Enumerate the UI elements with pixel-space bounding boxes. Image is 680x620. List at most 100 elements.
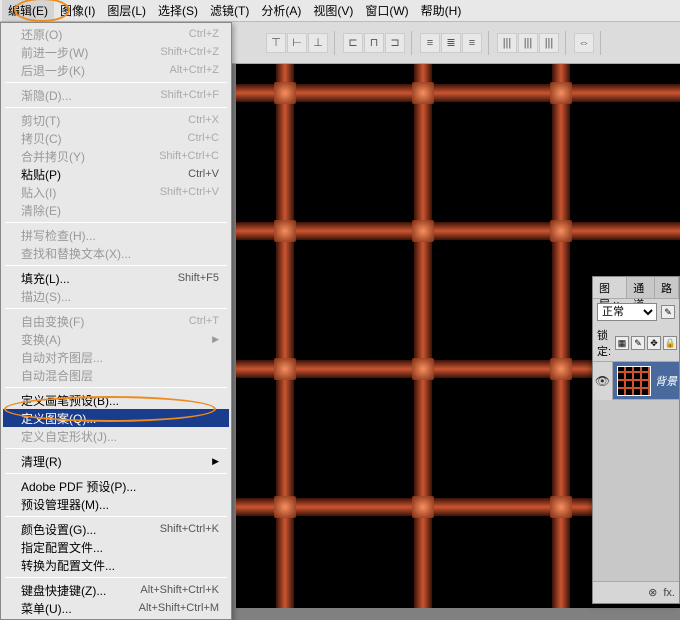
menu-item-6: 剪切(T) Ctrl+X (3, 111, 229, 129)
dist-vcenter-icon[interactable]: ≣ (441, 33, 461, 53)
menu-item-34[interactable]: 指定配置文件... (3, 538, 229, 556)
menu-item-19: 自由变换(F)Ctrl+T (3, 312, 229, 330)
menu-item-16[interactable]: 填充(L)...Shift+F5 (3, 269, 229, 287)
menu-edit[interactable]: 编辑(E) (2, 0, 54, 21)
menu-item-30[interactable]: Adobe PDF 预设(P)... (3, 477, 229, 495)
edit-menu-dropdown: 还原(O)Ctrl+Z前进一步(W)Shift+Ctrl+Z后退一步(K)Alt… (0, 22, 232, 620)
tab-layers[interactable]: 图层 × (593, 277, 627, 298)
menu-item-label: 键盘快捷键(Z)... (21, 582, 106, 599)
menu-item-label: 描边(S)... (21, 288, 71, 305)
tab-channels[interactable]: 通道 (627, 277, 655, 298)
menu-item-25[interactable]: 定义图案(Q)... (3, 409, 229, 427)
submenu-arrow-icon: ▶ (212, 456, 219, 467)
align-left-icon[interactable]: ⊏ (343, 33, 363, 53)
menu-item-37[interactable]: 键盘快捷键(Z)...Alt+Shift+Ctrl+K (3, 581, 229, 599)
distribute-group-1: ≡ ≣ ≡ (414, 31, 489, 55)
menu-item-label: 定义自定形状(J)... (21, 428, 117, 445)
menu-item-28[interactable]: 清理(R)▶ (3, 452, 229, 470)
menu-item-label: 合并拷贝(Y) (21, 148, 85, 165)
menu-layer[interactable]: 图层(L) (101, 0, 152, 21)
menu-item-label: 渐隐(D)... (21, 87, 72, 104)
menu-help[interactable]: 帮助(H) (415, 0, 468, 21)
menu-item-13: 拼写检查(H)... (3, 226, 229, 244)
menubar: 编辑(E) 图像(I) 图层(L) 选择(S) 滤镜(T) 分析(A) 视图(V… (0, 0, 680, 22)
menu-item-shortcut: Ctrl+Z (189, 28, 219, 40)
menu-item-21: 自动对齐图层... (3, 348, 229, 366)
brush-icon[interactable]: ✎ (661, 305, 675, 319)
menu-select[interactable]: 选择(S) (152, 0, 204, 21)
menu-item-label: 定义图案(Q)... (21, 410, 96, 427)
menu-item-label: 查找和替换文本(X)... (21, 245, 131, 262)
align-hcenter-icon[interactable]: ⊓ (364, 33, 384, 53)
dist-top-icon[interactable]: ≡ (420, 33, 440, 53)
layer-name: 背景 (655, 373, 679, 389)
menu-item-20: 变换(A)▶ (3, 330, 229, 348)
menu-item-shortcut: Shift+Ctrl+K (160, 523, 219, 535)
menu-item-label: 剪切(T) (21, 112, 60, 129)
align-vcenter-icon[interactable]: ⊢ (287, 33, 307, 53)
menu-item-label: 前进一步(W) (21, 44, 88, 61)
menu-item-31[interactable]: 预设管理器(M)... (3, 495, 229, 513)
menu-view[interactable]: 视图(V) (307, 0, 359, 21)
menu-item-label: 自动混合图层 (21, 367, 93, 384)
menu-item-shortcut: Shift+Ctrl+F (160, 89, 219, 101)
menu-item-shortcut: Ctrl+V (188, 168, 219, 180)
menu-separator (5, 473, 227, 474)
menu-item-label: 自由变换(F) (21, 313, 84, 330)
menu-item-14: 查找和替换文本(X)... (3, 244, 229, 262)
blend-mode-select[interactable]: 正常 (597, 303, 657, 321)
menu-item-label: 粘贴(P) (21, 166, 61, 183)
dist-right-icon[interactable]: ||| (539, 33, 559, 53)
lock-pixels-icon[interactable]: ✎ (631, 336, 645, 350)
menu-item-shortcut: Shift+Ctrl+Z (160, 46, 219, 58)
menu-item-label: 预设管理器(M)... (21, 496, 109, 513)
tab-paths[interactable]: 路 (655, 277, 679, 298)
lock-position-icon[interactable]: ✥ (647, 336, 661, 350)
menu-item-label: 清除(E) (21, 202, 61, 219)
panel-footer: ⊗ fx. (593, 581, 679, 603)
layers-panel: 图层 × 通道 路 正常 ✎ 锁定: ▦ ✎ ✥ 🔒 👁 背景 ⊗ fx. (592, 276, 680, 604)
menu-item-35[interactable]: 转换为配置文件... (3, 556, 229, 574)
menu-item-label: 拷贝(C) (21, 130, 62, 147)
menu-item-shortcut: Shift+Ctrl+C (159, 150, 219, 162)
menu-item-33[interactable]: 颜色设置(G)...Shift+Ctrl+K (3, 520, 229, 538)
menu-item-9[interactable]: 粘贴(P) Ctrl+V (3, 165, 229, 183)
layer-row-background[interactable]: 👁 背景 (593, 362, 679, 400)
menu-item-shortcut: Alt+Ctrl+Z (169, 64, 219, 76)
menu-item-shortcut: Ctrl+X (188, 114, 219, 126)
menu-item-label: 指定配置文件... (21, 539, 103, 556)
menu-item-38[interactable]: 菜单(U)...Alt+Shift+Ctrl+M (3, 599, 229, 617)
distribute-group-2: ||| ||| ||| (491, 31, 566, 55)
dist-hcenter-icon[interactable]: ||| (518, 33, 538, 53)
menu-item-10: 贴入(I)Shift+Ctrl+V (3, 183, 229, 201)
fx-icon[interactable]: fx. (663, 587, 675, 599)
menu-separator (5, 308, 227, 309)
dist-space-icon[interactable]: ⇔ (574, 33, 594, 53)
align-group-1: ⊤ ⊢ ⊥ (260, 31, 335, 55)
menu-analysis[interactable]: 分析(A) (255, 0, 307, 21)
visibility-eye-icon[interactable]: 👁 (593, 362, 613, 400)
dist-left-icon[interactable]: ||| (497, 33, 517, 53)
menu-separator (5, 82, 227, 83)
menu-item-24[interactable]: 定义画笔预设(B)... (3, 391, 229, 409)
menu-item-label: 转换为配置文件... (21, 557, 115, 574)
layer-list: 👁 背景 (593, 361, 679, 581)
lock-all-icon[interactable]: 🔒 (663, 336, 677, 350)
dist-bottom-icon[interactable]: ≡ (462, 33, 482, 53)
menu-window[interactable]: 窗口(W) (359, 0, 414, 21)
menu-item-label: 变换(A) (21, 331, 61, 348)
lock-transparency-icon[interactable]: ▦ (615, 336, 629, 350)
menu-item-26: 定义自定形状(J)... (3, 427, 229, 445)
align-bottom-icon[interactable]: ⊥ (308, 33, 328, 53)
menu-item-shortcut: Ctrl+C (188, 132, 219, 144)
menu-separator (5, 448, 227, 449)
align-top-icon[interactable]: ⊤ (266, 33, 286, 53)
menu-filter[interactable]: 滤镜(T) (204, 0, 255, 21)
menu-separator (5, 107, 227, 108)
panel-tabs: 图层 × 通道 路 (593, 277, 679, 299)
menu-image[interactable]: 图像(I) (54, 0, 101, 21)
align-right-icon[interactable]: ⊐ (385, 33, 405, 53)
layer-thumbnail[interactable] (617, 366, 651, 396)
menu-item-label: 自动对齐图层... (21, 349, 103, 366)
link-icon[interactable]: ⊗ (648, 586, 657, 599)
